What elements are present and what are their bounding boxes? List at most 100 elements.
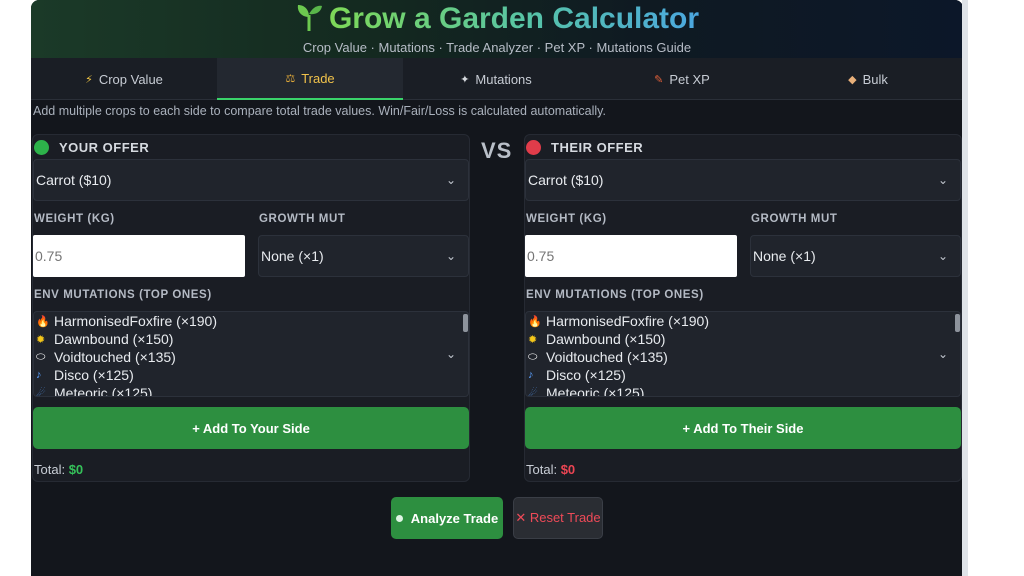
weight-label: WEIGHT (KG) <box>526 213 607 225</box>
scrollbar-thumb[interactable] <box>463 314 468 332</box>
sun-icon: ✹ <box>528 333 538 346</box>
growth-label: GROWTH MUT <box>751 213 838 225</box>
void-icon: ⬭ <box>528 350 538 363</box>
lightning-icon: ⚡ <box>85 73 93 86</box>
tab-label: Mutations <box>475 71 532 87</box>
tab-crop-value[interactable]: ⚡ Crop Value <box>31 58 217 100</box>
tab-pet-xp[interactable]: ✎ Pet XP <box>589 58 775 100</box>
env-mutations-list[interactable]: 🔥 HarmonisedFoxfire (×190) ✹ Dawnbound (… <box>33 311 469 397</box>
list-item[interactable]: ☄ Meteoric (×125) <box>526 384 960 397</box>
your-total: Total: $0 <box>34 462 83 477</box>
total-label: Total: <box>526 462 558 477</box>
tab-label: Crop Value <box>98 71 163 87</box>
meteor-icon: ☄ <box>36 387 46 397</box>
wand-icon: ✦ <box>460 73 470 86</box>
page-title: Grow a Garden Calculator <box>31 2 963 40</box>
env-item-label: Dawnbound (×150) <box>546 331 666 347</box>
chevron-down-icon: ⌄ <box>937 173 948 187</box>
header: Grow a Garden Calculator Crop Value · Mu… <box>31 0 963 60</box>
env-item-label: Disco (×125) <box>54 367 134 383</box>
env-mutations-list[interactable]: 🔥 HarmonisedFoxfire (×190) ✹ Dawnbound (… <box>525 311 961 397</box>
red-dot-icon <box>526 139 541 155</box>
your-offer-header: YOUR OFFER <box>33 137 149 157</box>
their-offer-panel: THEIR OFFER Carrot ($10) ⌄ WEIGHT (KG) G… <box>524 134 962 482</box>
weight-input[interactable] <box>525 235 737 277</box>
crop-select[interactable]: Carrot ($10) ⌄ <box>525 159 961 201</box>
env-item-label: HarmonisedFoxfire (×190) <box>546 313 710 329</box>
tab-bar: ⚡ Crop Value ⚖ Trade ✦ Mutations ✎ Pet X… <box>31 58 963 100</box>
analyze-trade-button[interactable]: Analyze Trade <box>391 497 503 539</box>
growth-select[interactable]: None (×1) ⌄ <box>258 235 469 277</box>
growth-select-value: None (×1) <box>753 248 816 264</box>
sprout-icon <box>295 2 323 40</box>
add-to-their-side-button[interactable]: + Add To Their Side <box>525 407 961 449</box>
list-item[interactable]: ⬭ Voidtouched (×135) <box>34 348 468 366</box>
env-item-label: Disco (×125) <box>546 367 626 383</box>
vs-label: VS <box>481 138 513 163</box>
weight-label: WEIGHT (KG) <box>34 213 115 225</box>
tab-bulk[interactable]: ◆ Bulk <box>775 58 961 100</box>
total-value: $0 <box>560 462 576 477</box>
list-item[interactable]: 🔥 HarmonisedFoxfire (×190) <box>34 312 468 330</box>
add-to-your-side-button[interactable]: + Add To Your Side <box>33 407 469 449</box>
list-item[interactable]: ⬭ Voidtouched (×135) <box>526 348 960 366</box>
green-dot-icon <box>34 139 49 155</box>
total-value: $0 <box>68 462 84 477</box>
growth-select[interactable]: None (×1) ⌄ <box>750 235 961 277</box>
crop-select-value: Carrot ($10) <box>36 172 112 188</box>
fire-fox-icon: 🔥 <box>528 315 542 328</box>
tab-label: Pet XP <box>669 71 710 87</box>
env-item-label: Voidtouched (×135) <box>546 349 668 365</box>
tab-label: Trade <box>301 70 335 86</box>
chevron-down-icon: ⌄ <box>937 347 948 361</box>
weight-input[interactable] <box>33 235 245 277</box>
trade-hint: Add multiple crops to each side to compa… <box>33 104 606 118</box>
env-item-label: Meteoric (×125) <box>546 385 645 397</box>
dot-icon <box>395 514 403 522</box>
meteor-icon: ☄ <box>528 387 538 397</box>
box-icon: ◆ <box>848 73 857 86</box>
list-item[interactable]: ✹ Dawnbound (×150) <box>34 330 468 348</box>
reset-trade-button[interactable]: ✕ Reset Trade <box>513 497 603 539</box>
list-item[interactable]: ✹ Dawnbound (×150) <box>526 330 960 348</box>
chevron-down-icon: ⌄ <box>445 249 456 263</box>
env-item-label: Dawnbound (×150) <box>54 331 174 347</box>
void-icon: ⬭ <box>36 350 46 363</box>
list-item[interactable]: ☄ Meteoric (×125) <box>34 384 468 397</box>
disco-icon: ♪ <box>528 369 534 381</box>
env-mutations-label: ENV MUTATIONS (TOP ONES) <box>526 289 704 301</box>
their-offer-header: THEIR OFFER <box>525 137 643 157</box>
crop-select-value: Carrot ($10) <box>528 172 604 188</box>
env-item-label: Meteoric (×125) <box>54 385 153 397</box>
scrollbar-thumb[interactable] <box>955 314 960 332</box>
list-item[interactable]: ♪ Disco (×125) <box>526 366 960 384</box>
scales-icon: ⚖ <box>285 72 296 85</box>
chevron-down-icon: ⌄ <box>937 249 948 263</box>
paw-icon: ✎ <box>654 73 664 86</box>
env-mutations-label: ENV MUTATIONS (TOP ONES) <box>34 289 212 301</box>
list-item[interactable]: 🔥 HarmonisedFoxfire (×190) <box>526 312 960 330</box>
panel-title: THEIR OFFER <box>551 139 644 155</box>
chevron-down-icon: ⌄ <box>445 173 456 187</box>
fire-fox-icon: 🔥 <box>36 315 50 328</box>
tab-label: Bulk <box>862 71 888 87</box>
growth-label: GROWTH MUT <box>259 213 346 225</box>
chevron-down-icon: ⌄ <box>445 347 456 361</box>
list-item[interactable]: ♪ Disco (×125) <box>34 366 468 384</box>
total-label: Total: <box>34 462 66 477</box>
env-item-label: Voidtouched (×135) <box>54 349 176 365</box>
your-offer-panel: YOUR OFFER Carrot ($10) ⌄ WEIGHT (KG) GR… <box>32 134 470 482</box>
crop-select[interactable]: Carrot ($10) ⌄ <box>33 159 469 201</box>
growth-select-value: None (×1) <box>261 248 324 264</box>
their-total: Total: $0 <box>526 462 575 477</box>
tab-mutations[interactable]: ✦ Mutations <box>403 58 589 100</box>
window-edge <box>962 0 968 576</box>
panel-title: YOUR OFFER <box>59 139 150 155</box>
tab-trade[interactable]: ⚖ Trade <box>217 58 403 100</box>
analyze-label: Analyze Trade <box>410 510 499 526</box>
disco-icon: ♪ <box>36 369 42 381</box>
title-text: Grow a Garden Calculator <box>328 2 700 35</box>
env-item-label: HarmonisedFoxfire (×190) <box>54 313 218 329</box>
calculator-app: Grow a Garden Calculator Crop Value · Mu… <box>31 0 963 576</box>
sun-icon: ✹ <box>36 333 46 346</box>
